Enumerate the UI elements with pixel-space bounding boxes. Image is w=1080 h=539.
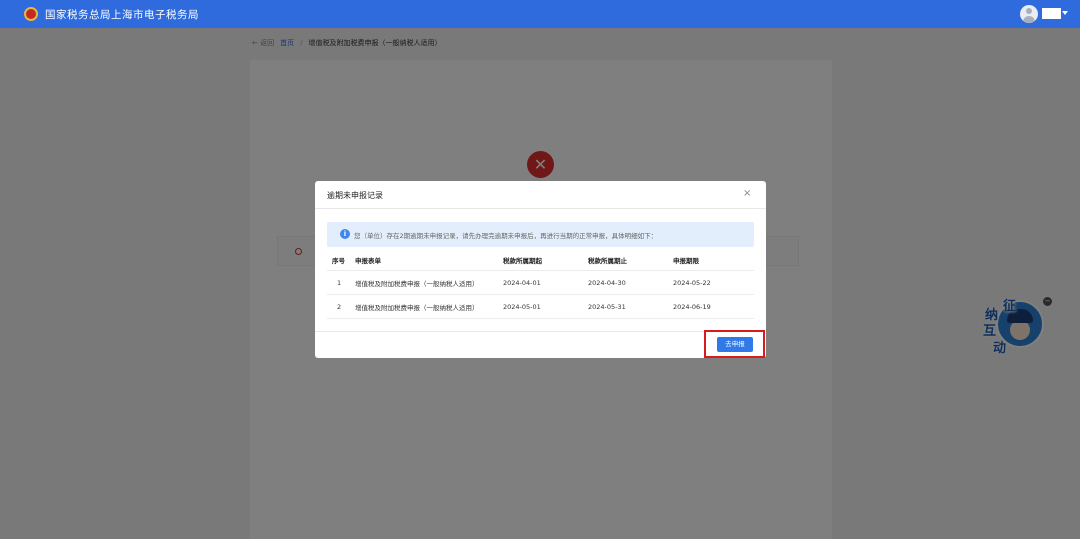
- cell-seq: 1: [337, 278, 342, 287]
- notice-text: 您（单位）存在2期逾期未申报记录，请先办理完逾期未申报后，再进行当期的正常申报，…: [354, 232, 658, 240]
- site-title: 国家税务总局上海市电子税务局: [45, 8, 199, 21]
- top-bar: 国家税务总局上海市电子税务局: [0, 0, 1080, 28]
- table-row: 2 增值税及附加税费申报（一般纳税人适用） 2024-05-01 2024-05…: [327, 295, 754, 319]
- notice-banner: i 您（单位）存在2期逾期未申报记录，请先办理完逾期未申报后，再进行当期的正常申…: [327, 222, 754, 247]
- column-header-form: 申报表单: [355, 257, 381, 265]
- column-header-period-start: 税款所属期起: [503, 257, 542, 265]
- user-avatar-icon[interactable]: [1020, 5, 1038, 23]
- highlight-annotation: [704, 330, 765, 358]
- cell-deadline: 2024-05-22: [673, 278, 711, 287]
- modal-footer-divider: [315, 331, 766, 332]
- table-header-row: 序号 申报表单 税款所属期起 税款所属期止 申报期限: [327, 250, 754, 271]
- column-header-seq: 序号: [332, 257, 345, 265]
- overdue-records-modal: 逾期未申报记录 × i 您（单位）存在2期逾期未申报记录，请先办理完逾期未申报后…: [315, 181, 766, 358]
- cell-period-end: 2024-04-30: [588, 278, 626, 287]
- column-header-deadline: 申报期限: [673, 257, 699, 265]
- cell-period-start: 2024-04-01: [503, 278, 541, 287]
- modal-title: 逾期未申报记录: [327, 191, 383, 200]
- close-icon[interactable]: ×: [743, 188, 751, 200]
- cell-seq: 2: [337, 302, 342, 311]
- table-row: 1 增值税及附加税费申报（一般纳税人适用） 2024-04-01 2024-04…: [327, 271, 754, 295]
- column-header-period-end: 税款所属期止: [588, 257, 627, 265]
- cell-form: 增值税及附加税费申报（一般纳税人适用）: [355, 279, 479, 288]
- user-name-redacted[interactable]: [1042, 8, 1061, 19]
- info-icon: i: [340, 229, 350, 239]
- user-menu-caret-icon[interactable]: [1062, 11, 1068, 15]
- cell-deadline: 2024-06-19: [673, 302, 711, 311]
- cell-form: 增值税及附加税费申报（一般纳税人适用）: [355, 303, 479, 312]
- tax-emblem-icon: [24, 7, 38, 21]
- modal-header: 逾期未申报记录 ×: [315, 181, 766, 209]
- cell-period-start: 2024-05-01: [503, 302, 541, 311]
- cell-period-end: 2024-05-31: [588, 302, 626, 311]
